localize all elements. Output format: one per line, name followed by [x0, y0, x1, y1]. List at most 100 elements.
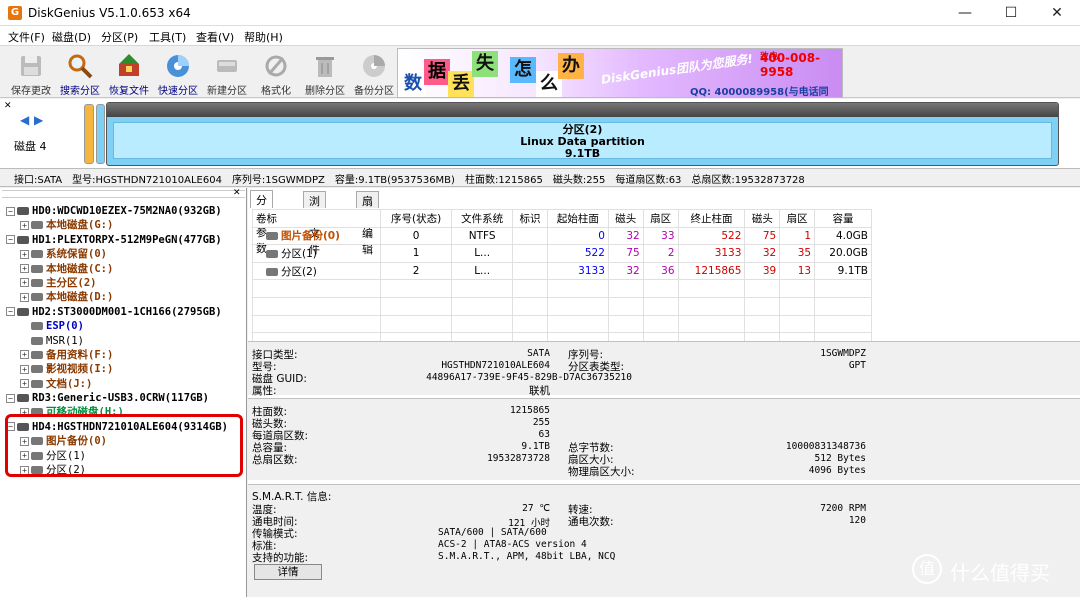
tree-partition-node[interactable]: + 本地磁盘(G:) [6, 218, 228, 232]
table-cell: 75 [607, 244, 644, 263]
tree-partition-node[interactable]: ESP(0) [6, 319, 228, 333]
partition-icon [31, 221, 43, 230]
tree-partition-node[interactable]: + 本地磁盘(C:) [6, 262, 228, 276]
tree-disk-node[interactable]: − HD2:ST3000DM001-1CH166(2795GB) [6, 305, 228, 319]
empty-cell [779, 314, 816, 334]
empty-cell [512, 279, 548, 298]
column-header[interactable]: 扇区 [642, 209, 679, 228]
window-title: DiskGenius V5.1.0.653 x64 [28, 6, 191, 20]
expand-icon[interactable]: + [20, 278, 29, 288]
format-button[interactable]: 格式化 [250, 50, 302, 97]
collapse-icon[interactable]: − [6, 393, 15, 403]
guid-value: 44896A17-739E-9F45-829B-D7AC36735210 [426, 372, 632, 383]
menu-partition[interactable]: 分区(P) [101, 29, 138, 45]
save-changes-button[interactable]: 保存更改 [5, 50, 57, 97]
menu-file[interactable]: 文件(F) [8, 29, 45, 45]
recover-files-button[interactable]: 恢复文件 [103, 50, 155, 97]
tree-disk-node[interactable]: − HD0:WDCWD10EZEX-75M2NA0(932GB) [6, 204, 228, 218]
menu-help[interactable]: 帮助(H) [244, 29, 283, 45]
sectors-per-track-value: 63 [538, 429, 550, 440]
expand-icon[interactable]: + [20, 364, 29, 374]
partition-icon [31, 379, 43, 388]
quick-partition-button[interactable]: 快速分区 [152, 50, 204, 97]
table-cell: L... [451, 261, 514, 281]
backup-partition-button[interactable]: 备份分区 [348, 50, 400, 97]
search-partition-button[interactable]: 搜索分区 [54, 50, 106, 97]
tree-partition-node[interactable]: + 文档(J:) [6, 377, 228, 391]
column-header[interactable]: 磁头 [744, 209, 781, 228]
partition-block-0[interactable] [84, 104, 94, 164]
standard-value: ACS-2 | ATA8-ACS version 4 [438, 539, 587, 550]
table-row[interactable]: 图片备份(0) 0 NTFS 0 32 33 522 75 1 4.0GB [252, 226, 872, 246]
tree-node-label: 文档(J:) [46, 377, 93, 390]
tree-node-label: HD1:PLEXTORPX-512M9PeGN(477GB) [32, 233, 222, 246]
collapse-icon[interactable]: − [6, 235, 15, 245]
tree-node-label: 本地磁盘(G:) [46, 219, 114, 232]
expand-icon[interactable]: + [20, 350, 29, 360]
info-sectors-per-track: 每道扇区数:63 [615, 175, 682, 186]
tree-partition-node[interactable]: + 系统保留(0) [6, 247, 228, 261]
collapse-icon[interactable]: − [6, 307, 15, 317]
tab-sector-edit[interactable]: 扇区编辑 [356, 191, 379, 256]
column-header[interactable]: 扇区 [779, 209, 816, 228]
attribute-label: 属性: [252, 385, 277, 397]
menu-disk[interactable]: 磁盘(D) [52, 29, 91, 45]
column-header[interactable]: 文件系统 [451, 209, 514, 228]
empty-cell [512, 296, 548, 316]
details-button[interactable]: 详情 [254, 564, 322, 580]
collapse-icon[interactable]: − [6, 206, 15, 216]
close-button[interactable]: ✕ [1034, 0, 1080, 26]
menu-view[interactable]: 查看(V) [196, 29, 234, 45]
tree-partition-node[interactable]: + 本地磁盘(D:) [6, 290, 228, 304]
column-header[interactable]: 标识 [512, 209, 548, 228]
next-disk-icon[interactable]: ▶ [34, 113, 43, 127]
table-cell: NTFS [451, 226, 514, 246]
disk-icon [17, 207, 29, 215]
total-bytes-value: 10000831348736 [785, 441, 866, 452]
attribute-value: 联机 [529, 385, 550, 397]
info-serial: 序列号:1SGWMDPZ [231, 175, 325, 186]
delete-partition-button[interactable]: 删除分区 [299, 50, 351, 97]
empty-row [252, 314, 872, 334]
column-header[interactable]: 序号(状态) [379, 209, 453, 228]
expand-icon[interactable]: + [20, 220, 29, 230]
volume-label-cell: 分区(2) [252, 261, 381, 281]
partition-block-1[interactable] [96, 104, 105, 164]
minimize-button[interactable]: — [942, 0, 988, 26]
tree-partition-node[interactable]: + 主分区(2) [6, 276, 228, 290]
table-cell: 522 [677, 226, 746, 246]
empty-cell [546, 296, 609, 316]
table-row[interactable]: 分区(1) 1 L... 522 75 2 3133 32 35 20.0GB [252, 244, 872, 263]
expand-icon[interactable]: + [20, 379, 29, 389]
search-icon [68, 54, 93, 79]
tree-disk-node[interactable]: − HD1:PLEXTORPX-512M9PeGN(477GB) [6, 233, 228, 247]
new-partition-button[interactable]: 新建分区 [201, 50, 253, 97]
previous-disk-icon[interactable]: ◀ [20, 113, 29, 127]
tab-partition-params[interactable]: 分区参数 [250, 190, 273, 255]
ad-banner[interactable]: 数 据 丢 失 怎 么 办 DiskGenius团队为您服务! 致电: 400-… [397, 48, 843, 98]
tree-partition-node[interactable]: + 影视视频(I:) [6, 362, 228, 376]
tab-browse-files[interactable]: 浏览文件 [303, 191, 326, 256]
column-header[interactable]: 容量 [814, 209, 872, 228]
column-header[interactable]: 磁头 [607, 209, 644, 228]
column-header[interactable]: 终止柱面 [677, 209, 746, 228]
maximize-button[interactable]: ☐ [988, 0, 1034, 26]
menu-tools[interactable]: 工具(T) [149, 29, 186, 45]
table-cell: 32 [607, 226, 644, 246]
close-icon[interactable]: ✕ [4, 101, 12, 111]
expand-icon[interactable]: + [20, 292, 29, 302]
table-row[interactable]: 分区(2) 2 L... 3133 32 36 1215865 39 13 9.1TB [252, 261, 872, 281]
table-cell: 4.0GB [814, 226, 872, 246]
tree-partition-node[interactable]: + 备用资料(F:) [6, 348, 228, 362]
empty-cell [451, 296, 514, 316]
banner-char: 失 [472, 51, 498, 77]
tree-partition-node[interactable]: MSR(1) [6, 334, 228, 348]
physical-sector-size-value: 4096 Bytes [808, 465, 866, 476]
partition-block-2[interactable]: 分区(2) Linux Data partition 9.1TB [106, 102, 1059, 166]
column-header[interactable]: 卷标 [252, 209, 381, 228]
expand-icon[interactable]: + [20, 264, 29, 274]
column-header[interactable]: 起始柱面 [546, 209, 609, 228]
expand-icon[interactable]: + [20, 249, 29, 259]
tree-disk-node[interactable]: − RD3:Generic-USB3.0CRW(117GB) [6, 391, 228, 405]
close-icon[interactable]: ✕ [233, 188, 241, 198]
